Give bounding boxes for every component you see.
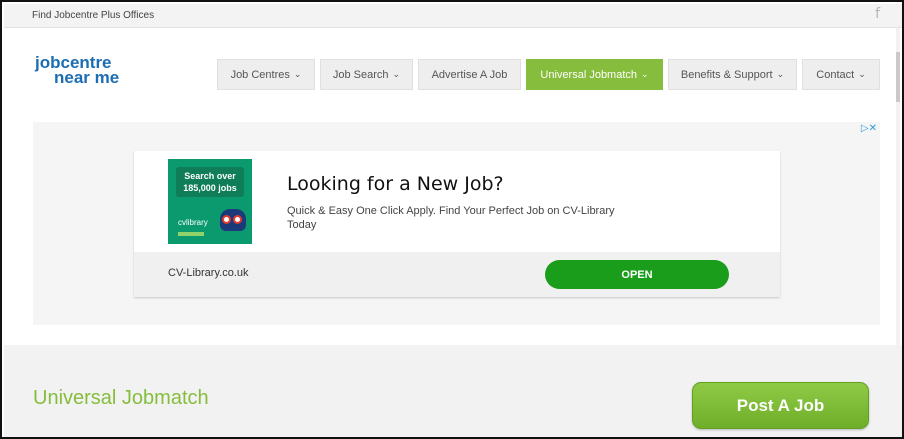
top-utility-bar: Find Jobcentre Plus Offices f bbox=[4, 4, 902, 28]
nav-universal-jobmatch[interactable]: Universal Jobmatch ⌄ bbox=[526, 59, 663, 90]
scrollbar-thumb[interactable] bbox=[896, 52, 900, 102]
chevron-down-icon: ⌄ bbox=[858, 69, 866, 80]
nav-label: Job Search bbox=[332, 68, 389, 81]
ad-container: ▷✕ Search over 185,000 jobs cvlibrary Lo… bbox=[33, 122, 880, 325]
nav-label: Benefits & Support bbox=[680, 68, 773, 81]
nav-contact[interactable]: Contact ⌄ bbox=[802, 59, 880, 90]
ad-open-button[interactable]: OPEN bbox=[545, 260, 729, 289]
ad-card[interactable]: Search over 185,000 jobs cvlibrary Looki… bbox=[134, 151, 780, 297]
page-title: Universal Jobmatch bbox=[33, 387, 209, 409]
post-a-job-button[interactable]: Post A Job bbox=[692, 382, 869, 429]
ad-image-line1: Search over bbox=[184, 171, 236, 181]
nav-benefits-support[interactable]: Benefits & Support ⌄ bbox=[668, 59, 797, 90]
nav-label: Job Centres bbox=[230, 68, 290, 81]
ad-choices-close-icon[interactable]: ▷✕ bbox=[861, 123, 877, 134]
nav-label: Universal Jobmatch bbox=[540, 68, 638, 81]
nav-advertise-a-job[interactable]: Advertise A Job bbox=[418, 59, 521, 90]
find-offices-link[interactable]: Find Jobcentre Plus Offices bbox=[32, 10, 154, 21]
ad-image[interactable]: Search over 185,000 jobs cvlibrary bbox=[168, 159, 252, 244]
nav-label: Contact bbox=[816, 68, 855, 81]
cv-library-logo: cvlibrary bbox=[178, 218, 208, 227]
owl-eye-icon bbox=[233, 215, 242, 224]
chevron-down-icon: ⌄ bbox=[293, 69, 302, 80]
chevron-down-icon: ⌄ bbox=[776, 69, 785, 80]
ad-description: Quick & Easy One Click Apply. Find Your … bbox=[287, 205, 615, 231]
ad-image-line2: 185,000 jobs bbox=[183, 183, 237, 193]
ad-image-tag bbox=[178, 232, 204, 236]
ad-domain[interactable]: CV-Library.co.uk bbox=[168, 267, 249, 279]
logo-line-2: near me bbox=[54, 68, 120, 87]
scrollbar[interactable] bbox=[896, 28, 900, 437]
nav-job-centres[interactable]: Job Centres ⌄ bbox=[217, 59, 315, 90]
ad-footer: CV-Library.co.uk OPEN bbox=[134, 252, 780, 297]
owl-mascot-icon bbox=[220, 209, 246, 231]
ad-title[interactable]: Looking for a New Job? bbox=[287, 173, 504, 195]
owl-eye-icon bbox=[222, 215, 231, 224]
chevron-down-icon: ⌄ bbox=[392, 69, 401, 80]
ad-image-bubble: Search over 185,000 jobs bbox=[176, 167, 244, 197]
nav-job-search[interactable]: Job Search ⌄ bbox=[320, 59, 413, 90]
chevron-down-icon: ⌄ bbox=[641, 69, 649, 80]
site-logo[interactable]: jobcentre near me bbox=[35, 54, 120, 87]
nav-label: Advertise A Job bbox=[431, 68, 508, 81]
facebook-icon[interactable]: f bbox=[875, 6, 880, 22]
page-frame: Find Jobcentre Plus Offices f jobcentre … bbox=[0, 0, 904, 439]
